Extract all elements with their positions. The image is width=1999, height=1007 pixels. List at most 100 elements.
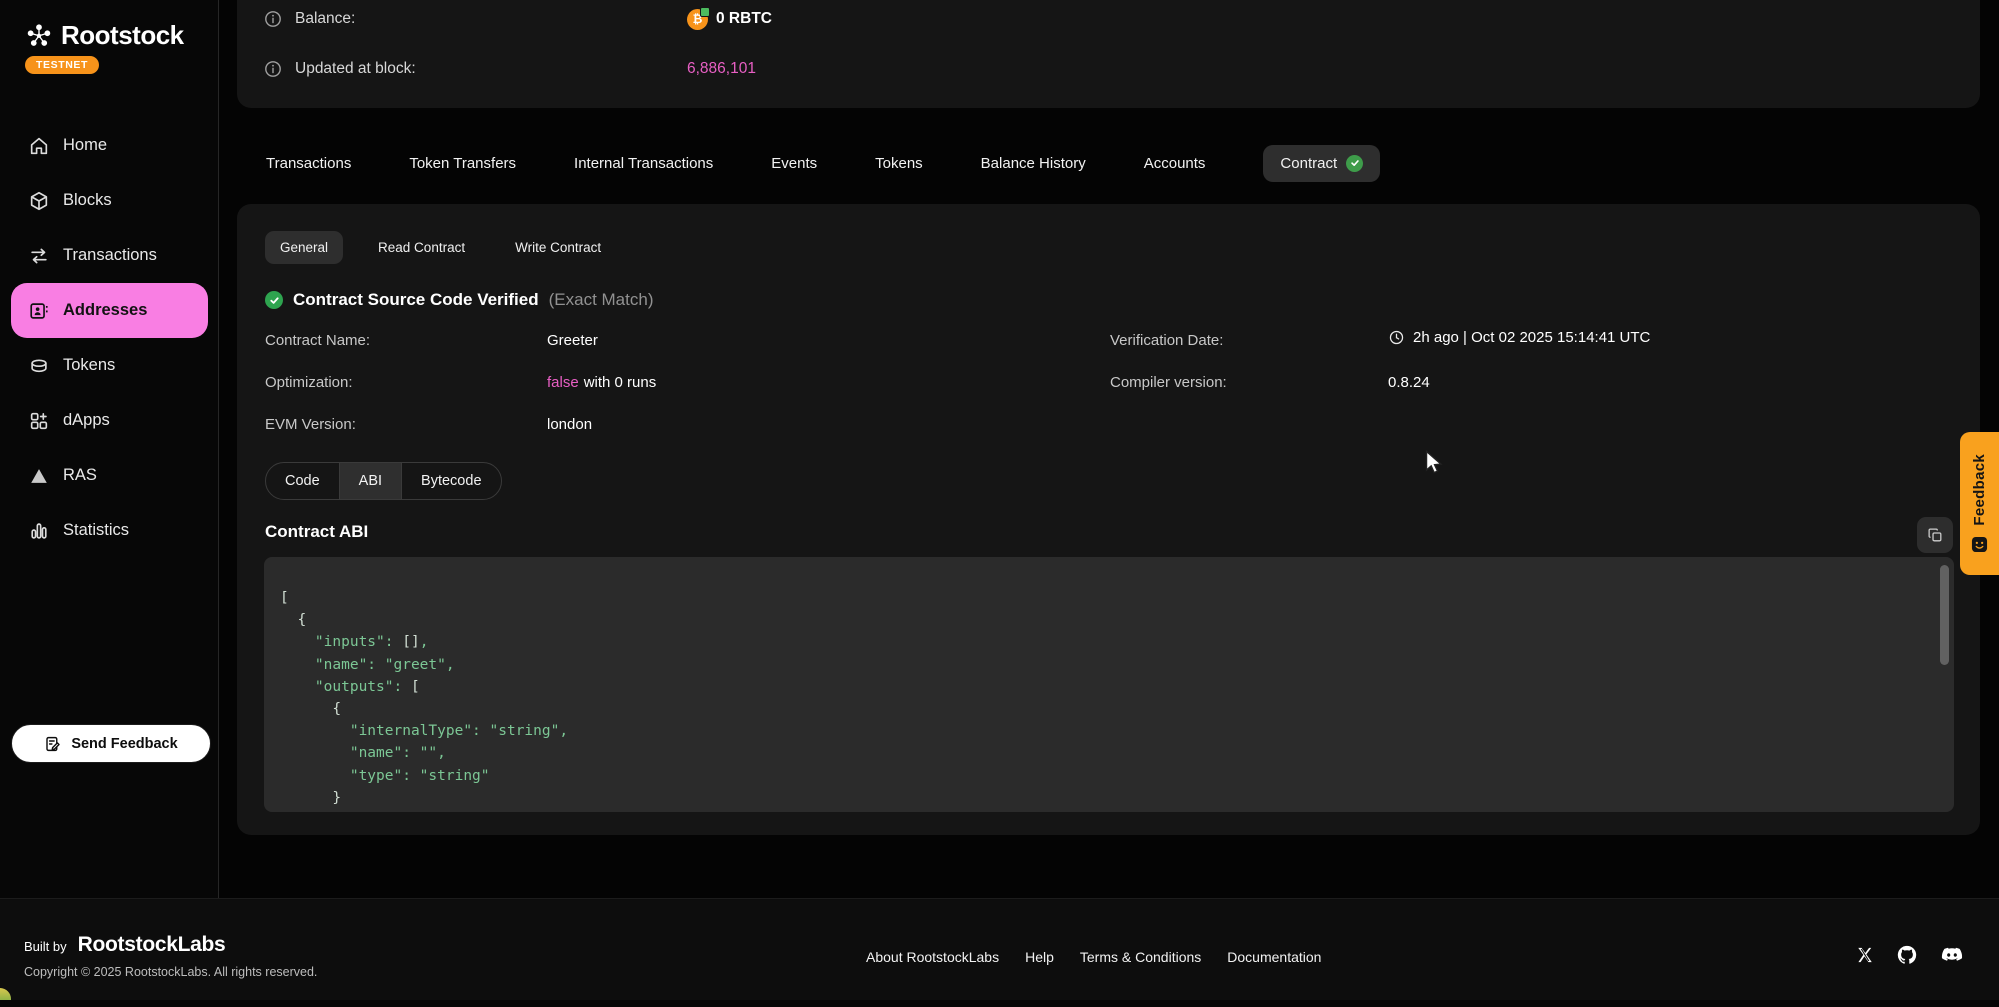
tab-accounts[interactable]: Accounts [1144,155,1206,172]
footer-link-terms[interactable]: Terms & Conditions [1080,949,1201,965]
footer-link-about[interactable]: About RootstockLabs [866,949,999,965]
optimization-runs: with 0 runs [584,374,657,391]
brand-logo[interactable]: Rootstock [24,20,184,51]
subtab-read-contract[interactable]: Read Contract [363,231,480,264]
compiler-version-value: 0.8.24 [1388,374,1430,391]
verified-title: Contract Source Code Verified [293,290,539,310]
sidebar-nav: Home Blocks Transactions Addresses Token… [0,118,219,558]
send-feedback-button[interactable]: Send Feedback [11,724,211,763]
send-feedback-label: Send Feedback [71,736,177,752]
footer-link-documentation[interactable]: Documentation [1227,949,1321,965]
tab-balance-history[interactable]: Balance History [981,155,1086,172]
edit-note-icon [44,735,62,753]
segment-code[interactable]: Code [266,463,339,499]
code-line: [ [280,587,1954,609]
abi-code-block[interactable]: [ { "inputs": [], "name": "greet", "outp… [264,557,1954,812]
sidebar-item-label: Statistics [63,521,129,540]
optimization-flag: false [547,374,579,391]
rbtc-icon: ₿ [687,9,708,30]
sidebar-item-label: Transactions [63,246,157,265]
sidebar-item-home[interactable]: Home [0,118,219,173]
code-line: { [280,609,1954,631]
feedback-label: Feedback [1971,454,1988,526]
sidebar: Rootstock TESTNET Home Blocks Transactio… [0,0,219,898]
sidebar-item-statistics[interactable]: Statistics [0,503,219,558]
feedback-smiley-icon [1971,536,1988,553]
tab-tokens[interactable]: Tokens [875,155,923,172]
scrollbar-thumb[interactable] [1940,565,1949,665]
built-by-label: Built by [24,939,67,954]
coin-icon [28,355,50,377]
sidebar-item-ras[interactable]: RAS [0,448,219,503]
verification-date-value: 2h ago | Oct 02 2025 15:14:41 UTC [1388,329,1650,346]
updated-at-block-label: Updated at block: [295,60,416,78]
copy-button[interactable] [1917,517,1953,553]
bar-chart-icon [28,520,50,542]
code-line: "name": "greet", [280,654,1954,676]
sidebar-item-label: Addresses [63,301,147,320]
discord-icon[interactable] [1940,943,1964,967]
code-line: } [280,787,1954,809]
bottom-strip [0,1000,1999,1007]
address-tabs: Transactions Token Transfers Internal Tr… [266,140,1380,186]
info-icon [264,10,282,28]
verified-banner: Contract Source Code Verified (Exact Mat… [265,290,653,310]
abi-heading: Contract ABI [265,522,368,542]
feedback-side-tab[interactable]: Feedback [1960,432,1999,575]
tab-internal-transactions[interactable]: Internal Transactions [574,155,713,172]
sidebar-item-dapps[interactable]: dApps [0,393,219,448]
dapps-grid-icon [28,410,50,432]
code-view-switcher: Code ABI Bytecode [265,462,502,500]
testnet-badge: TESTNET [25,56,99,74]
copyright: Copyright © 2025 RootstockLabs. All righ… [24,965,317,979]
brand-name: Rootstock [61,20,184,51]
verified-check-icon [265,291,283,309]
code-line: "name": "", [280,742,1954,764]
segment-bytecode[interactable]: Bytecode [401,463,500,499]
code-line: "outputs": [ [280,676,1954,698]
address-summary-panel: Balance: ₿ 0 RBTC Updated at block: 6,88… [237,0,1980,108]
optimization-label: Optimization: [265,374,353,391]
mouse-cursor [1424,450,1446,479]
subtab-general[interactable]: General [265,231,343,264]
footer-link-help[interactable]: Help [1025,949,1054,965]
balance-label: Balance: [295,10,355,28]
sidebar-item-tokens[interactable]: Tokens [0,338,219,393]
cube-icon [28,190,50,212]
compiler-version-label: Compiler version: [1110,374,1227,391]
sidebar-item-transactions[interactable]: Transactions [0,228,219,283]
sidebar-item-blocks[interactable]: Blocks [0,173,219,228]
tab-contract-label: Contract [1280,155,1337,172]
tab-transactions[interactable]: Transactions [266,155,351,172]
segment-abi[interactable]: ABI [339,463,401,499]
contact-card-icon [28,300,50,322]
verified-check-icon [1346,155,1363,172]
rootstock-logo-icon [24,21,54,51]
evm-version-value: london [547,416,592,433]
code-line: { [280,698,1954,720]
sidebar-item-label: Blocks [63,191,112,210]
updated-at-block-value[interactable]: 6,886,101 [687,60,756,78]
tab-events[interactable]: Events [771,155,817,172]
footer: Built by RootstockLabs Copyright © 2025 … [0,898,1999,1000]
sidebar-item-label: Home [63,136,107,155]
footer-brand[interactable]: RootstockLabs [78,933,226,957]
subtab-write-contract[interactable]: Write Contract [500,231,616,264]
tab-contract[interactable]: Contract [1263,145,1380,182]
contract-card: General Read Contract Write Contract Con… [237,204,1980,835]
triangle-icon [28,465,50,487]
x-twitter-icon[interactable] [1856,946,1874,964]
sidebar-item-label: dApps [63,411,110,430]
sidebar-item-addresses[interactable]: Addresses [11,283,208,338]
verification-date-label: Verification Date: [1110,332,1223,349]
contract-name-label: Contract Name: [265,332,370,349]
code-line: "internalType": "string", [280,720,1954,742]
verified-match-type: (Exact Match) [549,290,654,310]
balance-value: 0 RBTC [716,10,772,28]
code-line: "inputs": [], [280,631,1954,653]
swap-arrows-icon [28,245,50,267]
github-icon[interactable] [1896,944,1918,966]
info-icon [264,60,282,78]
tab-token-transfers[interactable]: Token Transfers [409,155,516,172]
contract-name-value: Greeter [547,332,598,349]
